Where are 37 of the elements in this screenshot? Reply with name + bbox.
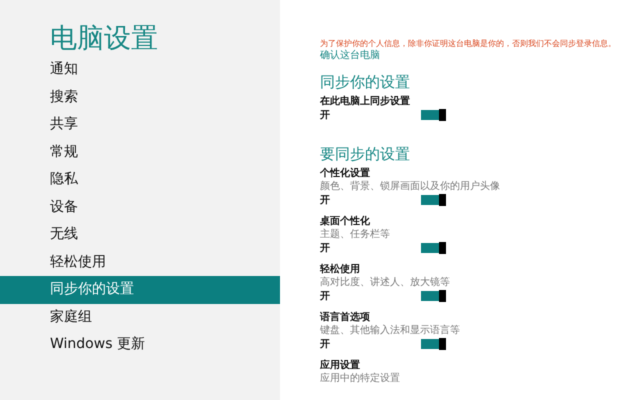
setting-title: 轻松使用 [320,264,361,276]
toggle-switch[interactable] [421,339,445,349]
toggle-state-label: 开 [320,109,330,122]
section-heading: 同步你的设置 [320,72,411,92]
nav-item[interactable]: 同步你的设置 [0,276,280,304]
nav-item[interactable]: 无线 [0,221,280,248]
setting-description: 颜色、背景、锁屏画面以及你的用户头像 [320,180,501,193]
setting-description: 应用中的特定设置 [320,372,401,385]
confirm-link[interactable]: 确认这台电脑 [320,49,640,62]
setting-title: 桌面个性化 [320,216,371,228]
setting-title: 个性化设置 [320,168,371,180]
setting-title: 应用设置 [320,360,361,372]
setting-title: 语言首选项 [320,312,371,324]
section-heading: 要同步的设置 [320,144,411,164]
nav-item[interactable]: Windows 更新 [0,331,280,358]
toggle-switch[interactable] [421,195,445,205]
toggle-switch[interactable] [421,110,445,120]
nav-item[interactable]: 常规 [0,138,280,166]
toggle-switch[interactable] [421,291,445,301]
nav-item[interactable]: 搜索 [0,84,280,111]
setting-description: 高对比度、讲述人、放大镜等 [320,276,451,289]
settings-title: 电脑设置 [50,22,159,56]
toggle-state-label: 开 [320,194,330,207]
toggle-switch[interactable] [421,243,445,253]
nav-item[interactable]: 隐私 [0,166,280,194]
setting-description: 键盘、其他输入法和显示语言等 [320,324,461,337]
toggle-state-label: 开 [320,290,330,303]
setting-description: 主题、任务栏等 [320,228,391,241]
nav-item[interactable]: 设备 [0,194,280,221]
nav-item[interactable]: 共享 [0,111,280,138]
nav-item[interactable]: 轻松使用 [0,248,280,276]
warning-text: 为了保护你的个人信息，除非你证明这台电脑是你的，否则我们不会同步登录信息。 [320,38,617,49]
toggle-state-label: 开 [320,242,330,255]
nav-item[interactable]: 家庭组 [0,304,280,331]
nav-item[interactable]: 通知 [0,56,280,84]
toggle-state-label: 开 [320,338,330,351]
setting-title: 在此电脑上同步设置 [320,96,411,108]
